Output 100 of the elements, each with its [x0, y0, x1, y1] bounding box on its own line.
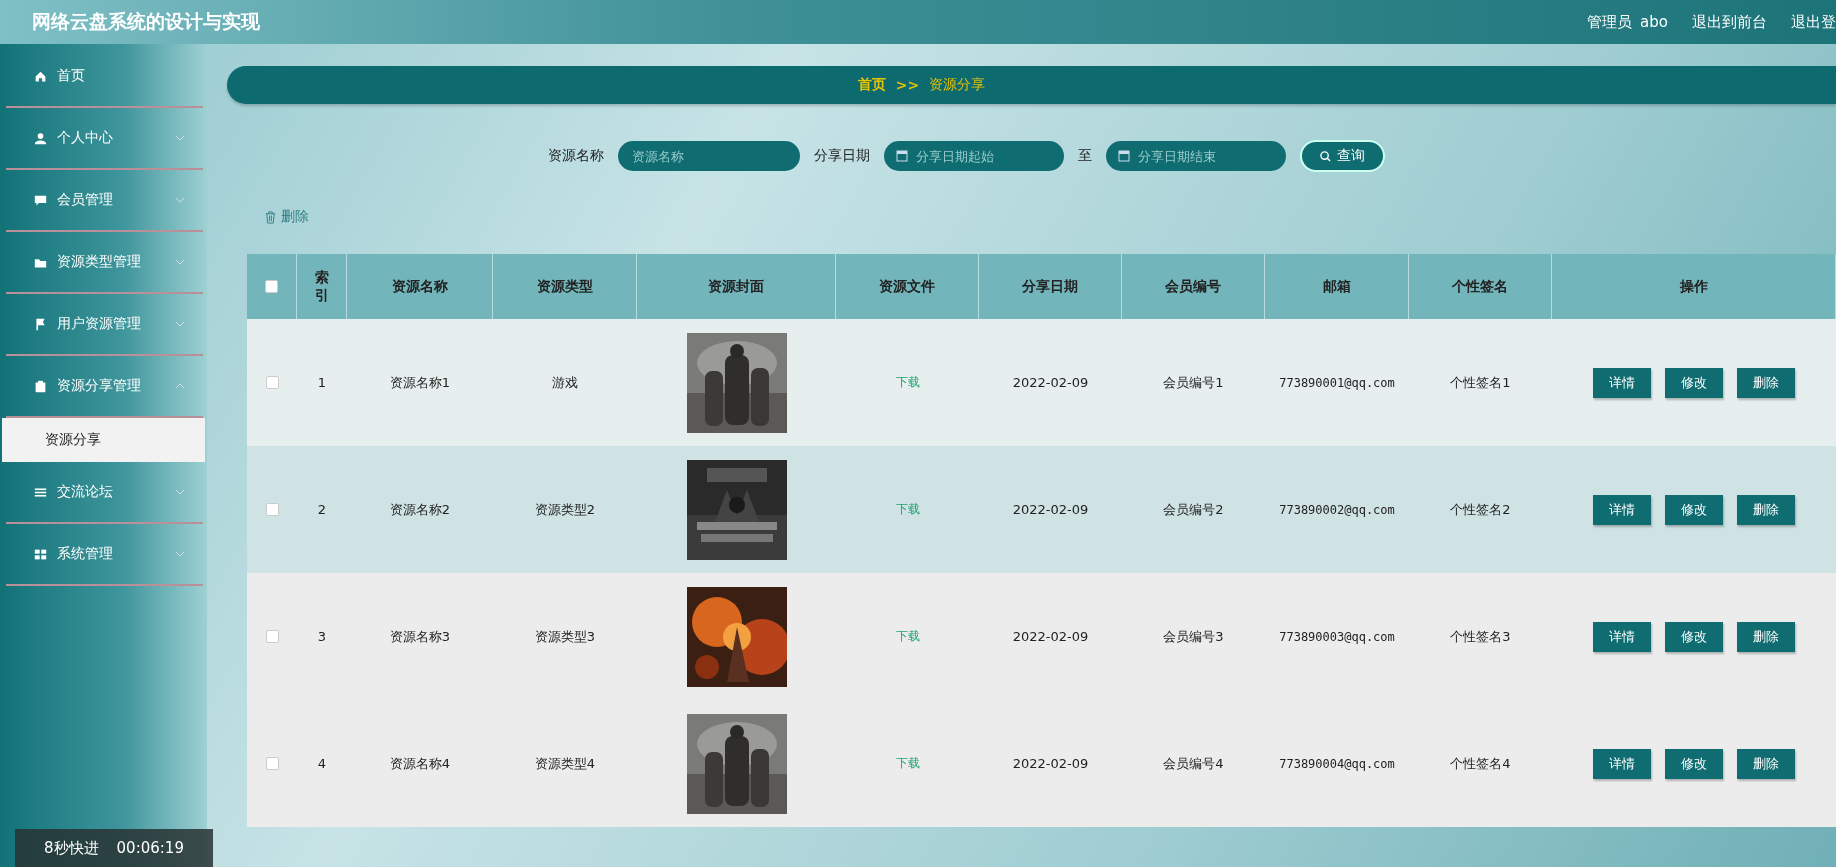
action-button[interactable]: 修改	[1665, 494, 1723, 525]
user-role: 管理员	[1587, 12, 1633, 32]
action-button[interactable]: 修改	[1665, 748, 1723, 779]
table-cell: 773890004@qq.com	[1265, 700, 1409, 827]
clipboard-icon	[34, 379, 47, 393]
action-button[interactable]: 修改	[1665, 621, 1723, 652]
download-link[interactable]: 下载	[895, 628, 920, 645]
name-field[interactable]: 资源名称	[618, 141, 800, 171]
table-cell: 资源类型4	[493, 700, 637, 827]
delete-button[interactable]: 删除	[262, 206, 311, 228]
table-cell: 2022-02-09	[979, 700, 1122, 827]
row-checkbox[interactable]	[265, 757, 279, 770]
table-cell: 个性签名3	[1409, 573, 1552, 700]
action-button[interactable]: 删除	[1737, 748, 1795, 779]
calendar-icon	[896, 150, 908, 162]
home-icon	[34, 69, 47, 83]
search-icon	[1320, 150, 1331, 162]
table-cell: 个性签名2	[1409, 446, 1552, 573]
select-all-checkbox[interactable]	[265, 280, 278, 293]
action-button[interactable]: 删除	[1737, 494, 1795, 525]
column-header: 会员编号	[1122, 254, 1265, 319]
row-checkbox[interactable]	[265, 503, 279, 516]
user-name: abo	[1640, 13, 1668, 31]
breadcrumb-current: 资源分享	[929, 76, 986, 94]
search-button[interactable]: 查询	[1300, 140, 1385, 172]
table-cell: 资源名称2	[347, 446, 493, 573]
date-field[interactable]: 分享日期起始	[884, 141, 1064, 171]
column-header: 操作	[1552, 254, 1836, 319]
table-cell: 会员编号3	[1122, 573, 1265, 700]
row-checkbox[interactable]	[265, 376, 279, 389]
action-button[interactable]: 修改	[1665, 367, 1723, 398]
column-header: 索引	[297, 254, 347, 319]
field-label: 分享日期	[814, 147, 870, 165]
table-cell: 3	[297, 573, 347, 700]
table-cell: 会员编号2	[1122, 446, 1265, 573]
date-field[interactable]: 分享日期结束	[1106, 141, 1286, 171]
table-cell: 资源类型2	[493, 446, 637, 573]
range-separator: 至	[1078, 147, 1092, 165]
table-cell: 1	[297, 319, 347, 446]
table-cell: 会员编号4	[1122, 700, 1265, 827]
breadcrumb-separator: >>	[895, 77, 920, 93]
table-cell: 2	[297, 446, 347, 573]
chevron-icon	[175, 321, 185, 327]
table-cell: 游戏	[493, 319, 637, 446]
playback-time: 00:06:19	[116, 839, 184, 857]
table-cell: 773890003@qq.com	[1265, 573, 1409, 700]
action-button[interactable]: 删除	[1737, 621, 1795, 652]
table-cell: 773890002@qq.com	[1265, 446, 1409, 573]
user-icon	[34, 131, 47, 145]
grid-icon	[34, 547, 47, 561]
column-header: 资源类型	[493, 254, 637, 319]
sidebar-item[interactable]: 交流论坛	[6, 462, 203, 524]
column-header: 邮箱	[1265, 254, 1409, 319]
action-button[interactable]: 详情	[1593, 367, 1651, 398]
chevron-icon	[175, 197, 185, 203]
trash-icon	[264, 210, 277, 224]
row-checkbox[interactable]	[265, 630, 279, 643]
table-cell: 2022-02-09	[979, 573, 1122, 700]
column-header: 资源封面	[637, 254, 836, 319]
table-cell: 资源名称1	[347, 319, 493, 446]
download-link[interactable]: 下载	[895, 374, 920, 391]
table-cell: 资源名称3	[347, 573, 493, 700]
calendar-icon	[1118, 150, 1130, 162]
column-header: 分享日期	[979, 254, 1122, 319]
sidebar-item[interactable]: 系统管理	[6, 524, 203, 586]
sidebar-item[interactable]: 会员管理	[6, 170, 203, 232]
action-button[interactable]: 删除	[1737, 367, 1795, 398]
table-cell: 会员编号1	[1122, 319, 1265, 446]
column-header: 资源名称	[347, 254, 493, 319]
table-cell: 4	[297, 700, 347, 827]
table-cell: 资源类型3	[493, 573, 637, 700]
list-icon	[34, 485, 47, 499]
sidebar-item[interactable]: 首页	[6, 46, 203, 108]
breadcrumb-link[interactable]: 首页	[857, 76, 886, 94]
table-cell: 2022-02-09	[979, 446, 1122, 573]
sidebar-subitem[interactable]: 资源分享	[2, 418, 205, 462]
sidebar-item[interactable]: 个人中心	[6, 108, 203, 170]
download-link[interactable]: 下载	[895, 755, 920, 772]
table-cell: 2022-02-09	[979, 319, 1122, 446]
chat-icon	[34, 193, 47, 207]
table-cell: 个性签名1	[1409, 319, 1552, 446]
header-link[interactable]: 退出到前台	[1692, 12, 1767, 32]
table-cell: 773890001@qq.com	[1265, 319, 1409, 446]
flag-icon	[34, 317, 47, 331]
table-cell: 资源名称4	[347, 700, 493, 827]
sidebar-item[interactable]: 资源类型管理	[6, 232, 203, 294]
action-button[interactable]: 详情	[1593, 621, 1651, 652]
sidebar-item[interactable]: 用户资源管理	[6, 294, 203, 356]
action-button[interactable]: 详情	[1593, 748, 1651, 779]
action-button[interactable]: 详情	[1593, 494, 1651, 525]
app-title: 网络云盘系统的设计与实现	[32, 9, 260, 34]
chevron-icon	[175, 383, 185, 389]
header-link[interactable]: 退出登	[1791, 12, 1836, 32]
column-header: 资源文件	[836, 254, 979, 319]
chevron-icon	[175, 489, 185, 495]
field-label: 资源名称	[548, 147, 604, 165]
playback-speed: 8秒快进	[44, 838, 99, 858]
chevron-icon	[175, 551, 185, 557]
chevron-icon	[175, 135, 185, 141]
column-header: 个性签名	[1409, 254, 1552, 319]
